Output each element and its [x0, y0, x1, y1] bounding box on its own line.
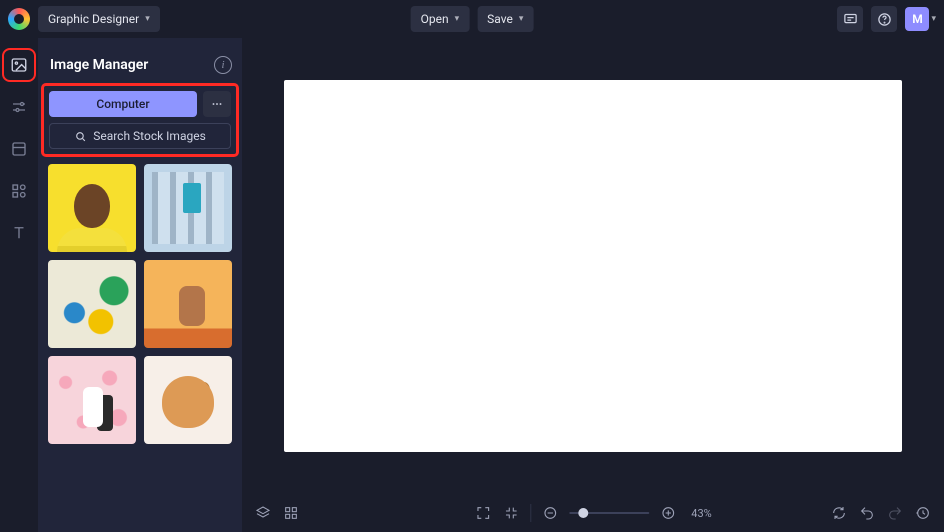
thumbnail-item[interactable]	[48, 356, 136, 444]
layers-icon	[255, 505, 271, 521]
image-manager-panel: Image Manager i Computer Search Stock Im…	[38, 38, 242, 532]
help-icon	[877, 12, 892, 27]
thumbnail-item[interactable]	[144, 260, 232, 348]
redo-button[interactable]	[886, 504, 904, 522]
chevron-down-icon: ▾	[931, 14, 936, 24]
open-label: Open	[421, 12, 449, 26]
save-label: Save	[487, 12, 513, 26]
open-button[interactable]: Open ▾	[411, 6, 470, 32]
grid-icon	[283, 505, 299, 521]
fullscreen-button[interactable]	[474, 504, 492, 522]
text-icon	[10, 224, 28, 242]
zoom-percent-label: 43%	[691, 507, 711, 520]
tool-rail	[0, 38, 38, 532]
thumbnail-item[interactable]	[144, 164, 232, 252]
undo-button[interactable]	[858, 504, 876, 522]
zoom-slider-knob[interactable]	[579, 508, 589, 518]
sliders-icon	[10, 98, 28, 116]
search-stock-label: Search Stock Images	[93, 129, 206, 143]
contract-icon	[503, 505, 519, 521]
chat-icon	[843, 12, 858, 27]
app-logo[interactable]	[8, 8, 30, 30]
refresh-icon	[831, 505, 847, 521]
workspace-label: Graphic Designer	[48, 12, 139, 26]
comments-button[interactable]	[837, 6, 863, 32]
save-button[interactable]: Save ▾	[477, 6, 533, 32]
upload-buttons-highlight: Computer Search Stock Images	[44, 86, 236, 154]
divider	[530, 504, 531, 522]
adjustments-tab[interactable]	[6, 94, 32, 120]
top-bar: Graphic Designer ▾ Open ▾ Save ▾ M ▾	[0, 0, 944, 38]
chevron-down-icon: ▾	[455, 14, 460, 24]
undo-icon	[859, 505, 875, 521]
expand-icon	[475, 505, 491, 521]
search-stock-button[interactable]: Search Stock Images	[49, 123, 231, 149]
zoom-in-button[interactable]	[659, 504, 677, 522]
canvas-stage[interactable]	[242, 38, 944, 494]
refresh-button[interactable]	[830, 504, 848, 522]
grid-view-button[interactable]	[282, 504, 300, 522]
elements-tab[interactable]	[6, 178, 32, 204]
dots-icon	[210, 97, 224, 111]
plus-circle-icon	[660, 505, 676, 521]
minus-circle-icon	[542, 505, 558, 521]
chevron-down-icon: ▾	[519, 14, 524, 24]
thumbnail-item[interactable]	[144, 356, 232, 444]
account-menu[interactable]: M ▾	[905, 7, 936, 31]
chevron-down-icon: ▾	[145, 14, 150, 24]
templates-tab[interactable]	[6, 136, 32, 162]
bottom-bar: 43%	[242, 494, 944, 532]
shapes-icon	[10, 182, 28, 200]
upload-computer-button[interactable]: Computer	[49, 91, 197, 117]
history-icon	[915, 505, 931, 521]
thumbnail-grid	[48, 164, 232, 444]
thumbnail-item[interactable]	[48, 164, 136, 252]
thumbnail-item[interactable]	[48, 260, 136, 348]
zoom-slider[interactable]	[569, 512, 649, 514]
fit-screen-button[interactable]	[502, 504, 520, 522]
layout-icon	[10, 140, 28, 158]
image-icon	[10, 56, 28, 74]
workspace-dropdown[interactable]: Graphic Designer ▾	[38, 6, 160, 32]
upload-more-button[interactable]	[203, 91, 231, 117]
search-icon	[74, 130, 87, 143]
panel-title: Image Manager	[50, 57, 148, 73]
history-button[interactable]	[914, 504, 932, 522]
panel-info-button[interactable]: i	[214, 56, 232, 74]
image-manager-tab[interactable]	[6, 52, 32, 78]
layers-button[interactable]	[254, 504, 272, 522]
canvas[interactable]	[284, 80, 902, 452]
user-avatar: M	[905, 7, 929, 31]
help-button[interactable]	[871, 6, 897, 32]
text-tab[interactable]	[6, 220, 32, 246]
redo-icon	[887, 505, 903, 521]
zoom-out-button[interactable]	[541, 504, 559, 522]
